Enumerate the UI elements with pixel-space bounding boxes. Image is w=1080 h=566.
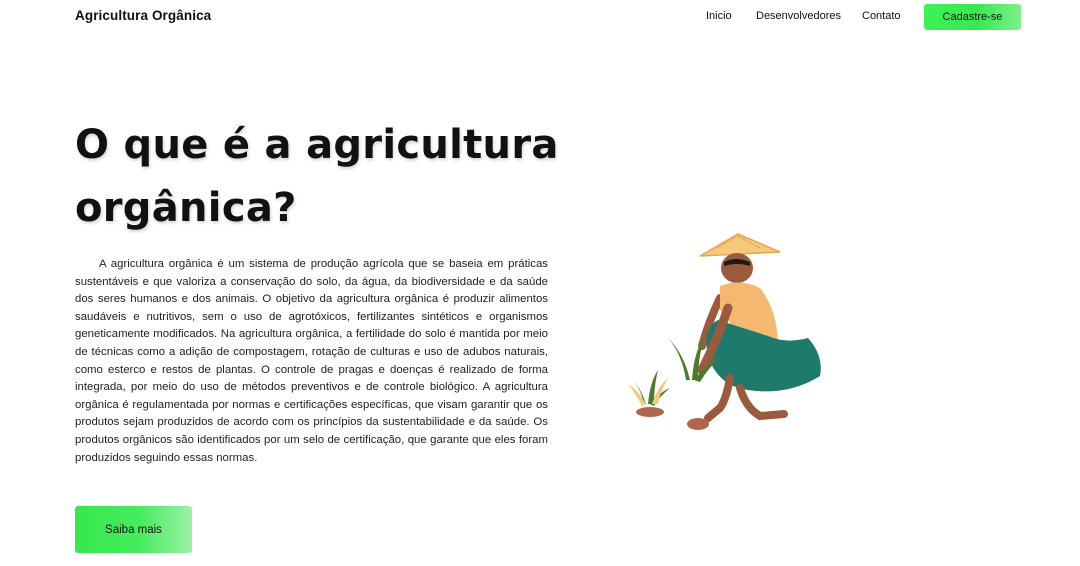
- nav-link-inicio[interactable]: Inicio: [706, 10, 732, 22]
- nav-link-desenvolvedores[interactable]: Desenvolvedores: [756, 10, 841, 22]
- nav-link-contato[interactable]: Contato: [862, 10, 901, 22]
- farmer-planting-icon: [628, 233, 821, 430]
- brand-logo-text[interactable]: Agricultura Orgânica: [75, 8, 211, 23]
- intro-paragraph: A agricultura orgânica é um sistema de p…: [75, 258, 548, 464]
- page-title: O que é a agricultura orgânica?: [75, 122, 559, 231]
- head-shape: [721, 253, 753, 283]
- signup-button[interactable]: Cadastre-se: [924, 4, 1021, 30]
- learn-more-button[interactable]: Saiba mais: [75, 506, 192, 553]
- top-navbar: Agricultura Orgânica Inicio Desenvolvedo…: [0, 0, 1080, 34]
